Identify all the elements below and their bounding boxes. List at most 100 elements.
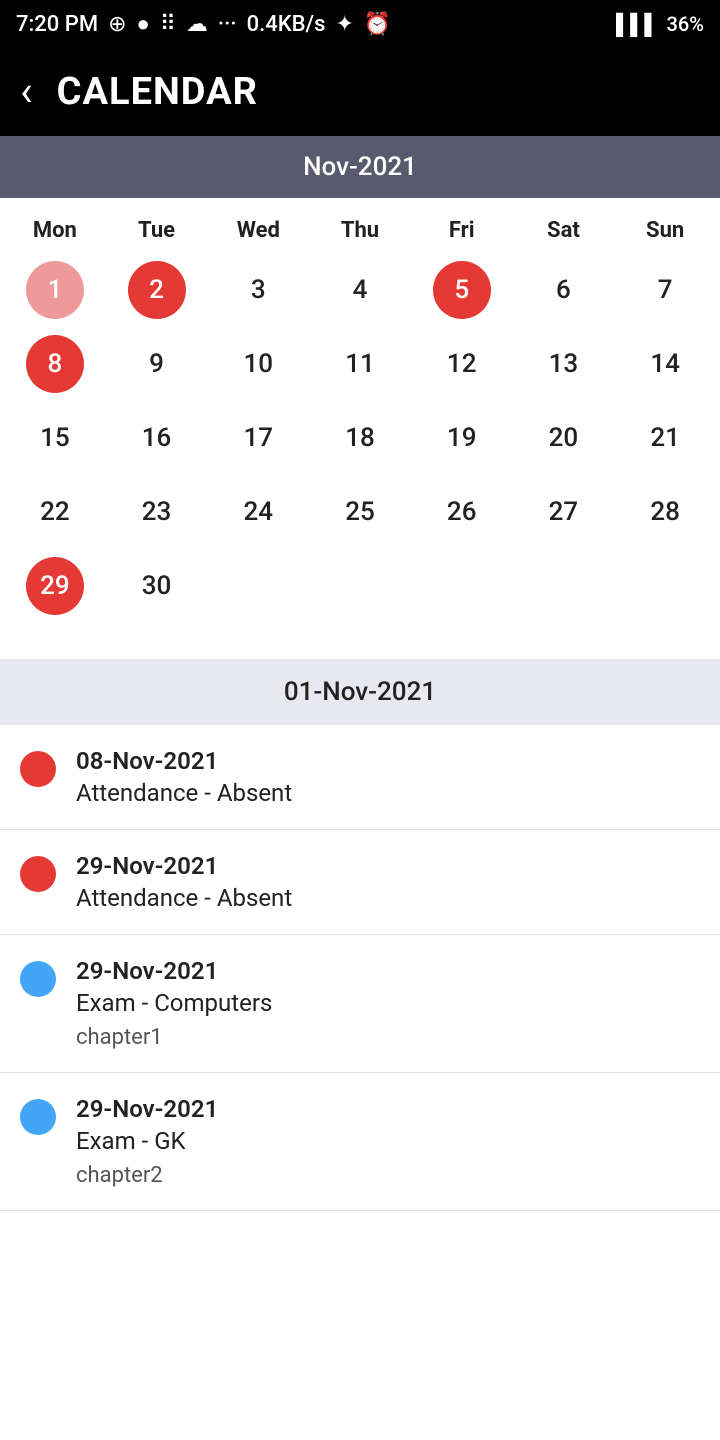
day-circle: 8: [26, 335, 84, 393]
status-bar: 7:20 PM ⊕ ● ⠿ ☁ ··· 0.4KB/s ✦ ⏰ ▌▌▌ 36%: [0, 0, 720, 48]
day-circle: 25: [331, 483, 389, 541]
day-cell[interactable]: 8: [4, 331, 106, 397]
event-title: Attendance - Absent: [76, 779, 292, 807]
day-circle: 21: [636, 409, 694, 467]
calendar: Mon Tue Wed Thu Fri Sat Sun 123456789101…: [0, 198, 720, 629]
day-cell[interactable]: 13: [513, 331, 615, 397]
event-content: 29-Nov-2021Exam - GKchapter2: [76, 1095, 218, 1188]
day-circle: 2: [128, 261, 186, 319]
weekday-wed: Wed: [207, 218, 309, 243]
battery: 36%: [667, 12, 704, 36]
day-cell[interactable]: 12: [411, 331, 513, 397]
event-dot: [20, 1099, 56, 1135]
day-circle: 13: [534, 335, 592, 393]
day-cell[interactable]: 30: [106, 553, 208, 619]
event-date: 29-Nov-2021: [76, 957, 272, 985]
day-cell[interactable]: 9: [106, 331, 208, 397]
day-cell[interactable]: 25: [309, 479, 411, 545]
day-cell[interactable]: 1: [4, 257, 106, 323]
day-circle: 1: [26, 261, 84, 319]
day-circle: 9: [128, 335, 186, 393]
day-cell[interactable]: 16: [106, 405, 208, 471]
day-cell[interactable]: 15: [4, 405, 106, 471]
weekdays-row: Mon Tue Wed Thu Fri Sat Sun: [4, 208, 716, 257]
event-title: Exam - GK: [76, 1127, 218, 1155]
speed: 0.4KB/s: [247, 12, 326, 37]
day-circle: 22: [26, 483, 84, 541]
day-cell[interactable]: 20: [513, 405, 615, 471]
day-cell[interactable]: 21: [614, 405, 716, 471]
grid-icon: ⠿: [160, 12, 176, 37]
weekday-mon: Mon: [4, 218, 106, 243]
day-cell[interactable]: 28: [614, 479, 716, 545]
back-button[interactable]: ‹: [20, 71, 33, 113]
event-date: 29-Nov-2021: [76, 852, 292, 880]
day-circle: 24: [229, 483, 287, 541]
day-cell[interactable]: 7: [614, 257, 716, 323]
day-cell[interactable]: 4: [309, 257, 411, 323]
day-circle: 27: [534, 483, 592, 541]
app-header: ‹ CALENDAR: [0, 48, 720, 136]
day-circle: 19: [433, 409, 491, 467]
day-cell[interactable]: 3: [207, 257, 309, 323]
day-circle: 12: [433, 335, 491, 393]
day-cell[interactable]: 6: [513, 257, 615, 323]
day-cell[interactable]: 5: [411, 257, 513, 323]
status-left: 7:20 PM ⊕ ● ⠿ ☁ ··· 0.4KB/s ✦ ⏰: [16, 11, 391, 37]
day-circle: 28: [636, 483, 694, 541]
month-label: Nov-2021: [303, 152, 417, 182]
day-cell[interactable]: 2: [106, 257, 208, 323]
alarm-icon: ⏰: [364, 12, 391, 37]
day-cell[interactable]: 22: [4, 479, 106, 545]
event-subtitle: chapter1: [76, 1025, 272, 1050]
day-circle: 30: [128, 557, 186, 615]
month-header: Nov-2021: [0, 136, 720, 198]
cloud-icon: ☁: [186, 12, 208, 37]
day-circle: 4: [331, 261, 389, 319]
day-circle: 23: [128, 483, 186, 541]
event-content: 29-Nov-2021Exam - Computerschapter1: [76, 957, 272, 1050]
event-item[interactable]: 29-Nov-2021Exam - GKchapter2: [0, 1073, 720, 1211]
day-circle: 17: [229, 409, 287, 467]
day-circle: 29: [26, 557, 84, 615]
weekday-thu: Thu: [309, 218, 411, 243]
day-cell[interactable]: 10: [207, 331, 309, 397]
day-cell[interactable]: 18: [309, 405, 411, 471]
day-cell[interactable]: 19: [411, 405, 513, 471]
event-dot: [20, 856, 56, 892]
event-item[interactable]: 08-Nov-2021Attendance - Absent: [0, 725, 720, 830]
day-circle: 26: [433, 483, 491, 541]
day-cell[interactable]: 14: [614, 331, 716, 397]
day-cell[interactable]: 17: [207, 405, 309, 471]
event-item[interactable]: 29-Nov-2021 Attendance - Absent: [0, 830, 720, 935]
weekday-sun: Sun: [614, 218, 716, 243]
day-circle: 6: [534, 261, 592, 319]
day-circle: 14: [636, 335, 694, 393]
day-circle: 7: [636, 261, 694, 319]
dots-icon: ···: [218, 12, 237, 37]
event-item[interactable]: 29-Nov-2021Exam - Computerschapter1: [0, 935, 720, 1073]
events-list: 08-Nov-2021Attendance - Absent 29-Nov-202…: [0, 725, 720, 1211]
jio-icon: ⊕: [108, 12, 126, 37]
selected-date: 01-Nov-2021: [284, 677, 436, 707]
event-date: 29-Nov-2021: [76, 1095, 218, 1123]
day-cell[interactable]: 23: [106, 479, 208, 545]
days-grid: 1234567891011121314151617181920212223242…: [4, 257, 716, 619]
day-cell[interactable]: 26: [411, 479, 513, 545]
day-circle: 5: [433, 261, 491, 319]
day-circle: 15: [26, 409, 84, 467]
event-content: 29-Nov-2021 Attendance - Absent: [76, 852, 292, 912]
day-cell[interactable]: 24: [207, 479, 309, 545]
event-title: Attendance - Absent: [76, 884, 292, 912]
day-circle: 16: [128, 409, 186, 467]
signal-bars: ▌▌▌: [616, 12, 659, 37]
day-circle: 3: [229, 261, 287, 319]
weekday-tue: Tue: [106, 218, 208, 243]
weekday-fri: Fri: [411, 218, 513, 243]
events-date-header: 01-Nov-2021: [0, 659, 720, 725]
day-cell[interactable]: 29: [4, 553, 106, 619]
bluetooth-icon: ✦: [335, 12, 353, 37]
day-cell[interactable]: 27: [513, 479, 615, 545]
weekday-sat: Sat: [513, 218, 615, 243]
day-cell[interactable]: 11: [309, 331, 411, 397]
